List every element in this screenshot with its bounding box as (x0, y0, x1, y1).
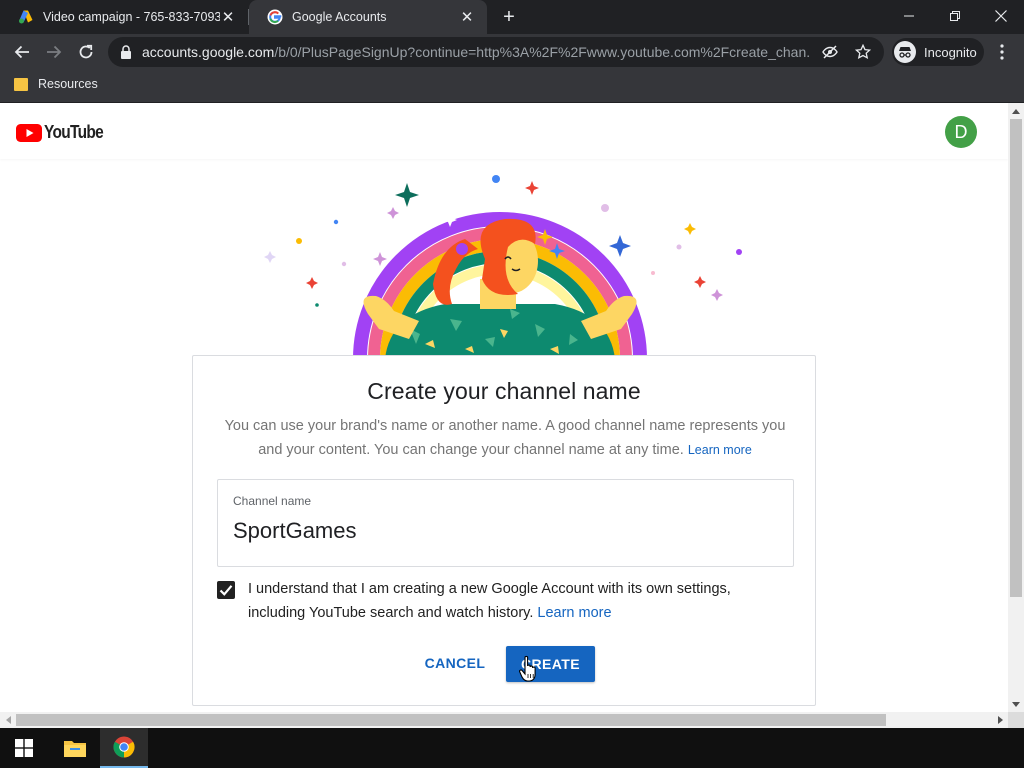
scrollbar-corner (1008, 712, 1024, 728)
bookmark-star-icon[interactable] (855, 44, 871, 60)
file-explorer-taskbar-button[interactable] (51, 728, 99, 768)
youtube-wordmark: YouTube (44, 122, 104, 142)
learn-more-link[interactable]: Learn more (537, 605, 611, 621)
chrome-icon (113, 736, 135, 758)
channel-name-field[interactable]: Channel name (217, 479, 794, 567)
card-title: Create your channel name (367, 378, 641, 404)
url-text: accounts.google.com/b/0/PlusPageSignUp?c… (142, 44, 810, 60)
profile-label: Incognito (924, 44, 977, 60)
minimize-button[interactable] (886, 0, 932, 32)
scroll-down-icon[interactable] (1008, 696, 1024, 712)
chrome-menu-button[interactable] (996, 42, 1008, 62)
youtube-logo[interactable]: YouTube (16, 122, 113, 143)
bookmarks-bar: Resources (0, 70, 1024, 103)
tracking-blocked-eye-icon[interactable] (822, 44, 838, 60)
browser-tab-strip: Video campaign - 765-833-7093 ✕ Google A… (0, 0, 1024, 34)
close-tab-icon[interactable]: ✕ (220, 9, 236, 26)
page-viewport: YouTube D Create your channel name You c… (0, 103, 1008, 712)
youtube-header: YouTube D (0, 103, 1008, 159)
learn-more-link[interactable]: Learn more (688, 443, 752, 457)
folder-icon (14, 77, 28, 91)
youtube-play-icon (16, 123, 42, 142)
address-bar[interactable]: accounts.google.com/b/0/PlusPageSignUp?c… (108, 37, 884, 67)
close-icon (995, 10, 1007, 22)
back-arrow-icon (14, 45, 29, 59)
scroll-left-icon[interactable] (0, 712, 16, 728)
windows-logo-icon (15, 739, 33, 757)
google-g-icon (267, 9, 283, 25)
horizontal-scrollbar[interactable] (0, 712, 1008, 728)
reload-icon (79, 44, 93, 59)
incognito-profile-button[interactable]: Incognito (892, 38, 984, 66)
channel-name-label: Channel name (233, 494, 312, 508)
acknowledge-checkbox[interactable] (217, 581, 235, 599)
avatar[interactable]: D (945, 116, 977, 148)
horizontal-scroll-thumb[interactable] (16, 714, 886, 726)
restore-button[interactable] (932, 0, 978, 32)
file-explorer-icon (64, 741, 86, 757)
minimize-icon (904, 15, 914, 17)
new-tab-button[interactable]: + (499, 7, 519, 27)
browser-toolbar: accounts.google.com/b/0/PlusPageSignUp?c… (0, 34, 1024, 70)
chrome-taskbar-button[interactable] (100, 728, 148, 768)
start-button[interactable] (0, 728, 48, 768)
reload-button[interactable] (74, 40, 98, 64)
windows-taskbar (0, 728, 1024, 768)
incognito-icon (894, 41, 916, 63)
bookmark-resources[interactable]: Resources (14, 77, 98, 91)
rainbow-celebration-illustration (264, 175, 742, 359)
cancel-button[interactable]: CANCEL (419, 646, 491, 680)
create-channel-card: Create your channel name You can use you… (192, 355, 816, 706)
vertical-scrollbar[interactable] (1008, 103, 1024, 712)
vertical-scroll-thumb[interactable] (1010, 119, 1022, 597)
card-description: You can use your brand's name or another… (224, 418, 786, 458)
bookmark-label: Resources (38, 77, 98, 91)
scroll-right-icon[interactable] (992, 712, 1008, 728)
restore-icon (950, 11, 960, 21)
tab-google-accounts[interactable]: Google Accounts ✕ (249, 0, 487, 34)
scroll-up-icon[interactable] (1008, 103, 1024, 119)
back-button[interactable] (10, 40, 34, 64)
lock-icon[interactable] (120, 45, 132, 59)
tab-title: Video campaign - 765-833-7093 (43, 10, 220, 24)
close-tab-icon[interactable]: ✕ (459, 9, 475, 26)
forward-button[interactable] (42, 40, 66, 64)
checkmark-icon (219, 585, 233, 596)
close-window-button[interactable] (978, 0, 1024, 32)
more-vert-icon (1000, 44, 1004, 60)
tab-title: Google Accounts (292, 10, 387, 24)
channel-name-input[interactable] (233, 518, 773, 544)
hand-pointer-cursor-icon (519, 655, 536, 682)
google-ads-icon (18, 9, 34, 25)
forward-arrow-icon (47, 45, 62, 59)
tab-video-campaign[interactable]: Video campaign - 765-833-7093 ✕ (0, 0, 248, 34)
acknowledge-text: I understand that I am creating a new Go… (248, 581, 731, 621)
